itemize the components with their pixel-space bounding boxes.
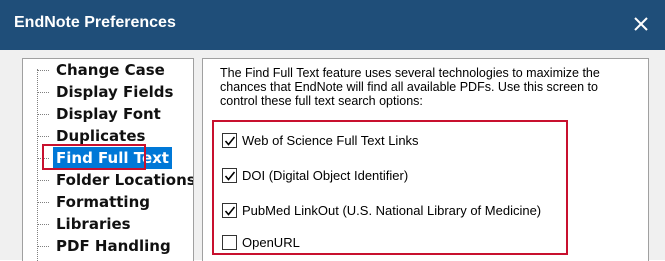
- feature-description: The Find Full Text feature uses several …: [220, 66, 600, 108]
- preferences-tree[interactable]: Change Case Display Fields Display Font …: [22, 58, 194, 261]
- checkbox[interactable]: [222, 203, 237, 218]
- option-label: DOI (Digital Object Identifier): [242, 168, 409, 183]
- tree-item-change-case[interactable]: Change Case: [23, 59, 193, 81]
- option-label: OpenURL: [242, 235, 300, 250]
- checkbox[interactable]: [222, 168, 237, 183]
- tree-item-folder-locations[interactable]: Folder Locations: [23, 169, 193, 191]
- option-label: Web of Science Full Text Links: [242, 133, 419, 148]
- tree-item-label: Duplicates: [56, 127, 146, 145]
- tree-item-formatting[interactable]: Formatting: [23, 191, 193, 213]
- option-web-of-science[interactable]: Web of Science Full Text Links: [222, 131, 562, 151]
- tree-item-duplicates[interactable]: Duplicates: [23, 125, 193, 147]
- tree-item-label: Display Font: [56, 105, 161, 123]
- option-doi[interactable]: DOI (Digital Object Identifier): [222, 166, 562, 186]
- tree-item-label: Formatting: [56, 193, 150, 211]
- window-title: EndNote Preferences: [14, 14, 176, 31]
- close-icon[interactable]: [631, 14, 651, 34]
- checkbox[interactable]: [222, 133, 237, 148]
- tree-item-find-full-text[interactable]: Find Full Text: [23, 147, 193, 169]
- option-label: PubMed LinkOut (U.S. National Library of…: [242, 203, 542, 218]
- tree-item-label: PDF Handling: [56, 237, 171, 255]
- tree-item-libraries[interactable]: Libraries: [23, 213, 193, 235]
- tree-item-label: Display Fields: [56, 83, 174, 101]
- tree-item-label: Find Full Text: [53, 147, 172, 169]
- option-pubmed-linkout[interactable]: PubMed LinkOut (U.S. National Library of…: [222, 201, 562, 221]
- tree-item-label: Change Case: [56, 61, 165, 79]
- checkbox[interactable]: [222, 235, 237, 250]
- tree-item-display-fields[interactable]: Display Fields: [23, 81, 193, 103]
- option-openurl[interactable]: OpenURL: [222, 233, 562, 253]
- tree-item-display-font[interactable]: Display Font: [23, 103, 193, 125]
- tree-item-pdf-handling[interactable]: PDF Handling: [23, 235, 193, 257]
- tree-item-label: Libraries: [56, 215, 131, 233]
- tree-item-label: Folder Locations: [56, 171, 194, 189]
- title-bar: EndNote Preferences: [0, 0, 665, 50]
